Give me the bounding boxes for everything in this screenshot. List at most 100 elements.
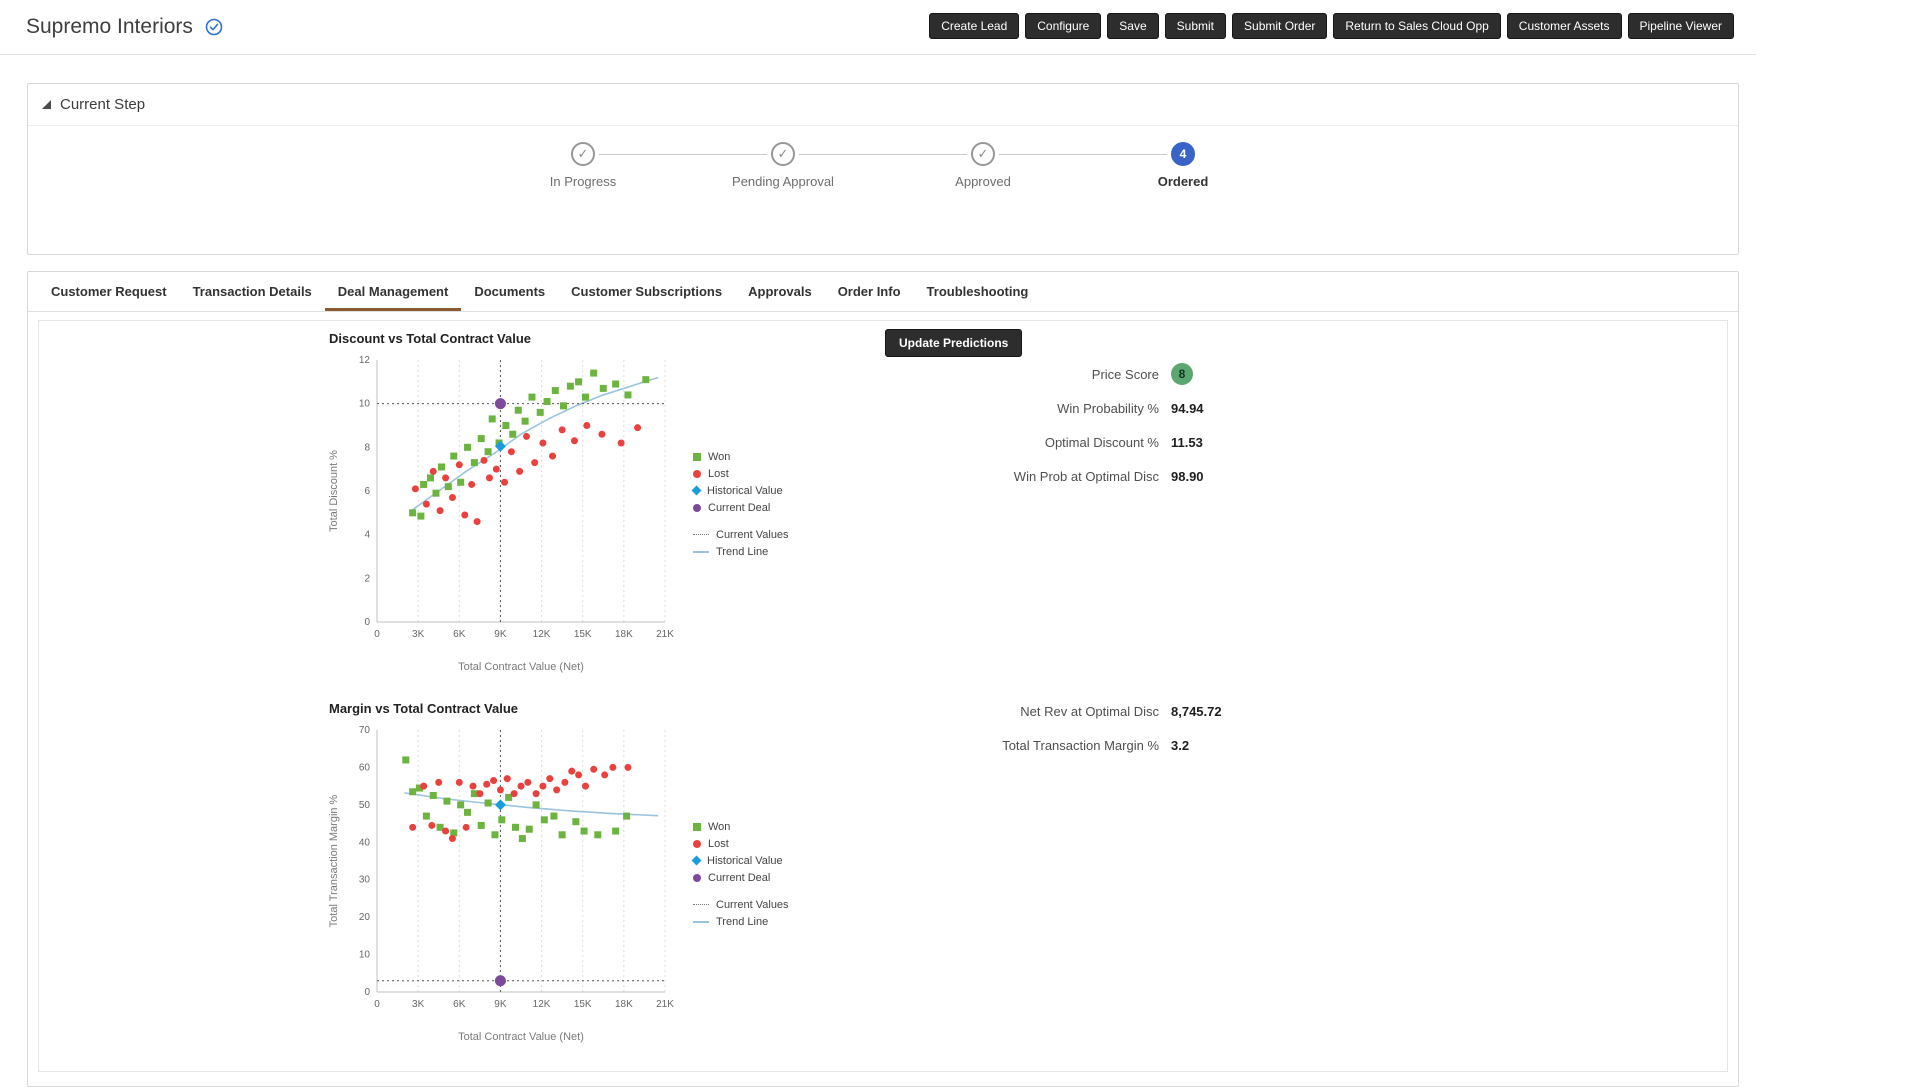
legend-label: Current Values [716, 899, 789, 911]
tab-transaction-details[interactable]: Transaction Details [180, 272, 325, 311]
current-step-title: Current Step [60, 96, 145, 113]
legend-line-solid-icon [693, 921, 709, 923]
legend-item-historical-value: Historical Value [693, 482, 789, 499]
margin-chart-canvas: 03K6K9K12K15K18K21K010203040506070Total … [325, 718, 677, 1049]
tab-customer-subscriptions[interactable]: Customer Subscriptions [558, 272, 735, 311]
tab-approvals[interactable]: Approvals [735, 272, 825, 311]
svg-text:Total Contract Value (Net): Total Contract Value (Net) [458, 1031, 584, 1043]
discount-chart-canvas: 03K6K9K12K15K18K21K024681012Total Contra… [325, 348, 677, 679]
legend-gap [693, 516, 789, 526]
header-button-submit-order[interactable]: Submit Order [1232, 13, 1327, 39]
svg-text:6K: 6K [453, 999, 466, 1010]
tab-deal-management[interactable]: Deal Management [325, 272, 462, 311]
chart-svg: 03K6K9K12K15K18K21K010203040506070Total … [325, 718, 677, 1044]
step-label: In Progress [550, 174, 616, 189]
metric-label: Win Prob at Optimal Disc [829, 469, 1159, 484]
tab-documents[interactable]: Documents [461, 272, 558, 311]
svg-text:12K: 12K [533, 629, 551, 640]
step-check-icon: ✓ [971, 142, 995, 166]
tab-bar: Customer RequestTransaction DetailsDeal … [28, 272, 1738, 312]
svg-text:20: 20 [359, 912, 371, 923]
legend-label: Lost [708, 838, 729, 850]
page-header: Supremo Interiors Create LeadConfigureSa… [0, 0, 1756, 55]
legend-marker-diamond-icon [692, 856, 702, 866]
metric-win-prob-at-optimal-disc: Win Prob at Optimal Disc98.90 [829, 459, 1204, 493]
step-ordered[interactable]: 4Ordered [1103, 142, 1263, 189]
svg-text:21K: 21K [656, 999, 674, 1010]
svg-text:12K: 12K [533, 999, 551, 1010]
svg-text:50: 50 [359, 800, 371, 811]
svg-text:9K: 9K [494, 999, 507, 1010]
step-approved[interactable]: ✓ Approved [903, 142, 1063, 189]
svg-text:0: 0 [364, 987, 370, 998]
step-check-icon: ✓ [771, 142, 795, 166]
main-panel: Customer RequestTransaction DetailsDeal … [27, 271, 1739, 1087]
svg-text:70: 70 [359, 725, 371, 736]
svg-text:30: 30 [359, 875, 371, 886]
legend-label: Lost [708, 468, 729, 480]
verified-check-icon [205, 18, 223, 36]
svg-text:0: 0 [364, 617, 370, 628]
metric-label: Net Rev at Optimal Disc [829, 704, 1159, 719]
legend-marker-circle-large-icon [693, 504, 701, 512]
prediction-metrics-top: Price Score8Win Probability %94.94Optima… [829, 357, 1204, 493]
legend-item-current-deal: Current Deal [693, 869, 789, 886]
svg-text:0: 0 [374, 999, 380, 1010]
legend-item-won: Won [693, 818, 789, 835]
step-pending-approval[interactable]: ✓Pending Approval [703, 142, 863, 189]
legend-label: Won [708, 821, 730, 833]
header-button-return-to-sales-cloud-opp[interactable]: Return to Sales Cloud Opp [1333, 13, 1500, 39]
svg-text:8: 8 [364, 442, 370, 453]
header-button-save[interactable]: Save [1107, 13, 1158, 39]
legend-label: Historical Value [707, 855, 783, 867]
tab-order-info[interactable]: Order Info [825, 272, 914, 311]
legend-item-lost: Lost [693, 835, 789, 852]
svg-text:40: 40 [359, 837, 371, 848]
legend-item-won: Won [693, 448, 789, 465]
step-number: 4 [1171, 142, 1195, 166]
legend-label: Current Deal [708, 502, 770, 514]
tab-customer-request[interactable]: Customer Request [38, 272, 180, 311]
legend-marker-square-icon [693, 823, 701, 831]
svg-text:Total Discount %: Total Discount % [328, 450, 340, 532]
legend-marker-circle-large-icon [693, 874, 701, 882]
svg-text:6: 6 [364, 486, 370, 497]
collapse-icon[interactable] [42, 100, 51, 109]
svg-text:18K: 18K [615, 629, 633, 640]
legend-label: Historical Value [707, 485, 783, 497]
svg-text:15K: 15K [574, 999, 592, 1010]
update-predictions-button[interactable]: Update Predictions [885, 329, 1022, 357]
legend-line-dotted-icon [693, 904, 709, 905]
svg-text:21K: 21K [656, 629, 674, 640]
chart-svg: 03K6K9K12K15K18K21K024681012Total Contra… [325, 348, 677, 674]
tab-troubleshooting[interactable]: Troubleshooting [914, 272, 1042, 311]
header-button-pipeline-viewer[interactable]: Pipeline Viewer [1628, 13, 1735, 39]
header-button-configure[interactable]: Configure [1025, 13, 1101, 39]
step-label: Approved [955, 174, 1011, 189]
metric-label: Price Score [829, 367, 1159, 382]
svg-text:9K: 9K [494, 629, 507, 640]
margin-chart-legend: Won Lost Historical Value Current Deal Curre… [693, 818, 789, 930]
svg-text:12: 12 [359, 355, 371, 366]
header-button-submit[interactable]: Submit [1165, 13, 1226, 39]
deal-management-content: Discount vs Total Contract Value 03K6K9K… [38, 320, 1728, 1072]
step-in-progress[interactable]: ✓In Progress [503, 142, 663, 189]
legend-line-dotted-icon [693, 534, 709, 535]
discount-chart: Discount vs Total Contract Value 03K6K9K… [325, 331, 789, 679]
discount-chart-title: Discount vs Total Contract Value [329, 331, 789, 346]
svg-text:Total Transaction Margin %: Total Transaction Margin % [328, 794, 340, 927]
legend-marker-circle-icon [693, 470, 701, 478]
app-root: Supremo Interiors Create LeadConfigureSa… [0, 0, 1756, 1087]
svg-text:60: 60 [359, 762, 371, 773]
metric-net-rev-at-optimal-disc: Net Rev at Optimal Disc 8,745.72 [829, 694, 1222, 728]
metric-label: Win Probability % [829, 401, 1159, 416]
legend-marker-circle-icon [693, 840, 701, 848]
header-button-customer-assets[interactable]: Customer Assets [1507, 13, 1622, 39]
legend-label: Current Deal [708, 872, 770, 884]
header-button-create-lead[interactable]: Create Lead [929, 13, 1019, 39]
metric-value: 8,745.72 [1171, 704, 1222, 719]
metric-win-probability: Win Probability %94.94 [829, 391, 1204, 425]
legend-label: Trend Line [716, 546, 768, 558]
legend-item-current-deal: Current Deal [693, 499, 789, 516]
progress-stepper: ✓In Progress✓Pending Approval✓Approved4O… [503, 142, 1263, 212]
